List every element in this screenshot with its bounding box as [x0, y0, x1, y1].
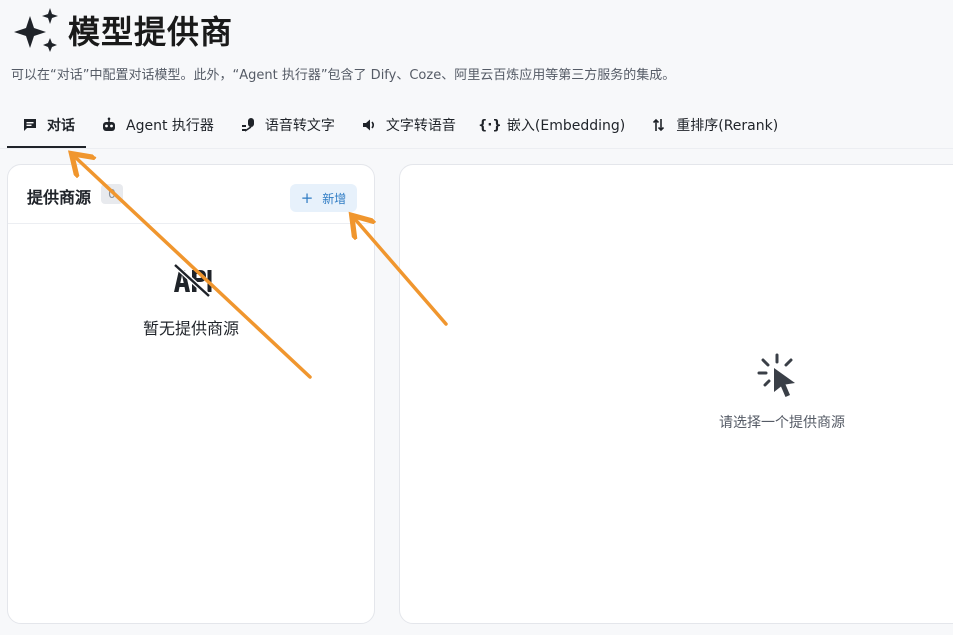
provider-list-panel: 提供商源 0 + 新增 暂无提供商源 — [7, 164, 375, 624]
provider-count-badge: 0 — [101, 184, 123, 204]
sparkle-icon — [14, 8, 58, 52]
cursor-click-icon — [757, 353, 795, 397]
page-subtitle: 可以在“对话”中配置对话模型。此外，“Agent 执行器”包含了 Dify、Co… — [11, 68, 676, 83]
robot-icon — [101, 117, 117, 133]
page-header: 模型提供商 — [10, 6, 233, 54]
tab-text-to-speech-label: 文字转语音 — [385, 118, 456, 134]
tab-chat[interactable]: 对话 — [7, 104, 86, 148]
api-off-icon — [173, 263, 212, 297]
tab-speech-to-text[interactable]: 语音转文字 — [225, 104, 346, 148]
empty-state-text: 暂无提供商源 — [142, 319, 239, 338]
sort-icon — [651, 117, 667, 133]
tab-agent-executor-label: Agent 执行器 — [126, 118, 214, 134]
tab-speech-to-text-label: 语音转文字 — [264, 118, 335, 134]
add-provider-label: 新增 — [322, 191, 347, 206]
tab-text-to-speech[interactable]: 文字转语音 — [346, 104, 467, 148]
tabs-divider — [0, 148, 953, 149]
tab-chat-label: 对话 — [47, 118, 75, 134]
provider-list-header: 提供商源 0 + 新增 — [8, 165, 374, 224]
tab-rerank-label: 重排序(Rerank) — [676, 118, 779, 134]
add-provider-button[interactable]: + 新增 — [290, 184, 357, 212]
speech-to-text-icon — [240, 117, 256, 133]
provider-detail-panel: 请选择一个提供商源 — [399, 164, 953, 624]
chat-icon — [22, 117, 38, 133]
tab-agent-executor[interactable]: Agent 执行器 — [86, 104, 225, 148]
page-title: 模型提供商 — [68, 13, 234, 51]
tab-rerank[interactable]: 重排序(Rerank) — [636, 104, 789, 148]
provider-list-title: 提供商源 — [27, 188, 92, 207]
plus-icon: + — [300, 188, 314, 207]
detail-placeholder-text: 请选择一个提供商源 — [719, 415, 845, 431]
code-braces-icon: {·} — [478, 117, 502, 133]
speaker-icon — [361, 117, 377, 133]
provider-type-tabs: 对话 Agent 执行器 语音转文字 文字转语音 {·} 嵌入(Embeddin… — [7, 104, 789, 148]
tab-embedding-label: 嵌入(Embedding) — [506, 118, 626, 134]
tab-embedding[interactable]: {·} 嵌入(Embedding) — [467, 104, 636, 148]
